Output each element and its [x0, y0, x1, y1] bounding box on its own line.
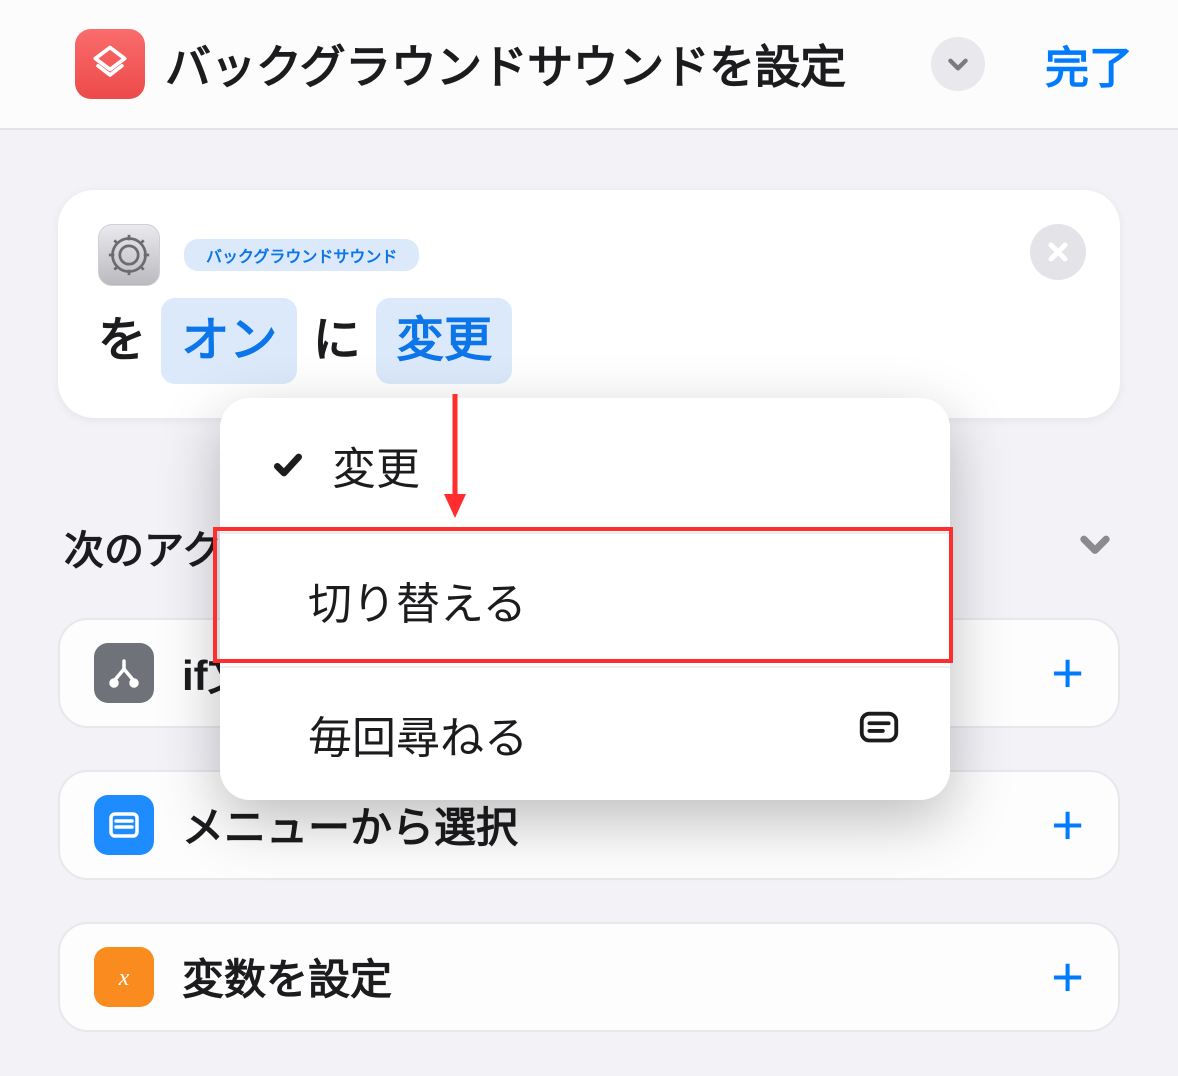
popover-item-toggle[interactable]: 切り替える [220, 532, 950, 666]
connector-text: に [313, 314, 361, 367]
menu-icon [94, 795, 154, 855]
popover-item-label: 切り替える [308, 568, 527, 632]
suggestions-chevron [1076, 525, 1114, 568]
remove-action-button[interactable] [1030, 224, 1086, 280]
title-options-button[interactable] [931, 37, 985, 91]
action-card[interactable]: バックグラウンドサウンド を オン に 変更 [58, 190, 1120, 418]
settings-app-icon [98, 224, 160, 286]
close-icon [1046, 240, 1070, 264]
chevron-down-icon [945, 51, 971, 77]
suggestion-row-variable[interactable]: x 変数を設定 + [58, 922, 1120, 1032]
suggestion-label: メニューから選択 [182, 794, 1023, 855]
chevron-down-icon [1076, 525, 1114, 563]
branch-icon [94, 643, 154, 703]
add-suggestion-button[interactable]: + [1051, 792, 1084, 857]
add-suggestion-button[interactable]: + [1051, 640, 1084, 705]
connector-text: を [98, 314, 146, 367]
popover-item-label: 毎回尋ねる [308, 702, 528, 766]
popover-item-change[interactable]: 変更 [220, 398, 950, 532]
variable-icon: x [94, 947, 154, 1007]
param-state-token[interactable]: オン [161, 298, 297, 384]
shortcuts-app-icon [75, 29, 145, 99]
operation-popover: 変更 切り替える 毎回尋ねる [220, 398, 950, 800]
param-operation-token[interactable]: 変更 [376, 298, 512, 384]
add-suggestion-button[interactable]: + [1051, 944, 1084, 1009]
checkmark-icon [268, 449, 308, 481]
popover-item-ask[interactable]: 毎回尋ねる [220, 666, 950, 800]
done-button[interactable]: 完了 [1045, 32, 1133, 96]
page-title: バックグラウンドサウンドを設定 [165, 31, 911, 97]
header-bar: バックグラウンドサウンドを設定 完了 [0, 0, 1178, 130]
suggestion-label: 変数を設定 [182, 946, 1023, 1007]
message-icon [856, 706, 902, 763]
param-target-token[interactable]: バックグラウンドサウンド [184, 239, 419, 271]
svg-text:x: x [118, 965, 130, 991]
popover-item-label: 変更 [332, 433, 420, 497]
